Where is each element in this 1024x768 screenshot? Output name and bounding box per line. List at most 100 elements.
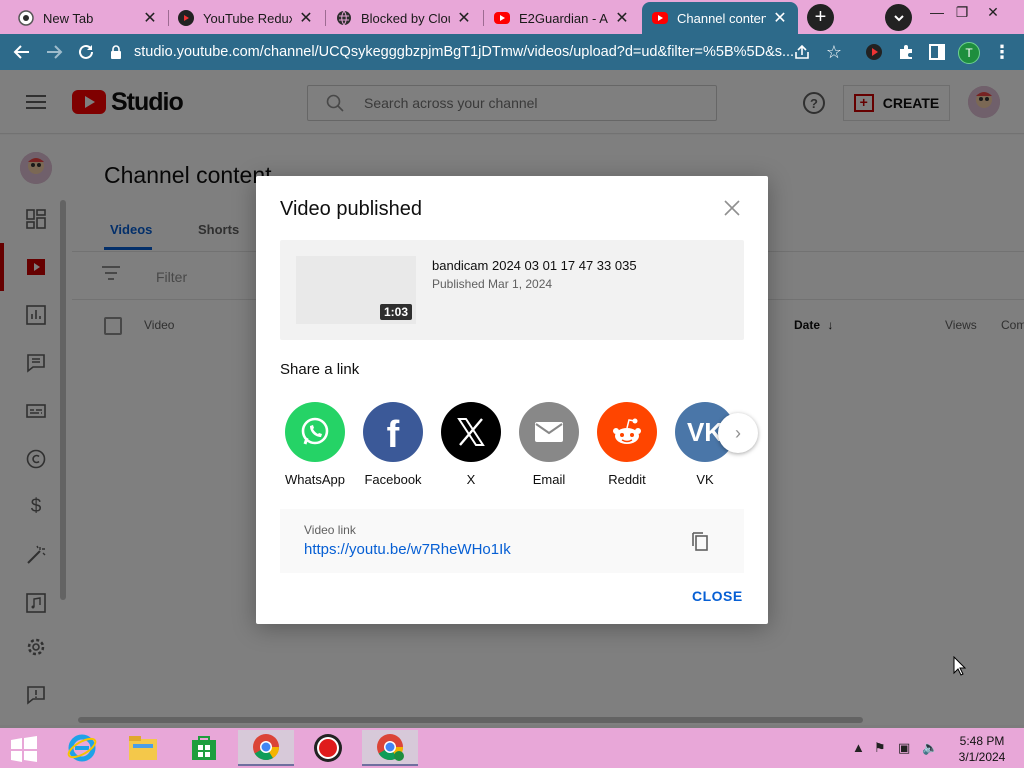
share-reddit[interactable]: Reddit xyxy=(592,402,662,487)
close-icon[interactable]: ✕ xyxy=(614,8,630,28)
extensions-button[interactable] xyxy=(894,40,918,64)
share-email[interactable]: Email xyxy=(514,402,584,487)
video-title: bandicam 2024 03 01 17 47 33 035 xyxy=(432,258,637,273)
browser-toolbar: studio.youtube.com/channel/UCQsykegggbzp… xyxy=(0,34,1024,70)
youtube-icon xyxy=(494,12,510,24)
restore-button[interactable]: ❐ xyxy=(945,0,979,24)
close-icon[interactable]: ✕ xyxy=(772,8,788,28)
copy-icon xyxy=(692,532,708,551)
close-icon[interactable]: ✕ xyxy=(456,8,472,28)
video-link-url[interactable]: https://youtu.be/w7RheWHo1Ik xyxy=(304,541,511,558)
puzzle-icon xyxy=(900,45,912,59)
share-facebook[interactable]: f Facebook xyxy=(358,402,428,487)
reload-icon xyxy=(79,44,93,59)
taskbar-internet-explorer[interactable] xyxy=(54,730,110,766)
extension-redux-button[interactable] xyxy=(862,40,886,64)
redux-extension-icon xyxy=(866,44,882,60)
browser-menu-button[interactable]: ⋮ xyxy=(990,40,1014,64)
taskbar-clock[interactable]: 5:48 PM 3/1/2024 xyxy=(950,733,1014,765)
taskbar-chrome[interactable] xyxy=(238,730,294,766)
plus-icon: + xyxy=(814,6,827,28)
video-published-date: Published Mar 1, 2024 xyxy=(432,277,553,291)
redux-icon xyxy=(178,10,194,26)
globe-icon xyxy=(336,10,352,26)
video-link-label: Video link xyxy=(304,523,356,537)
windows-logo-icon xyxy=(11,736,37,762)
reload-button[interactable] xyxy=(74,40,98,64)
kebab-menu-icon: ⋮ xyxy=(993,41,1011,62)
copy-link-button[interactable] xyxy=(688,529,712,553)
dialog-title: Video published xyxy=(280,198,422,220)
windows-start-button[interactable] xyxy=(10,736,38,762)
clock-time: 5:48 PM xyxy=(959,734,1005,748)
share-label: Reddit xyxy=(608,472,646,487)
tab-label: Channel content xyxy=(677,10,766,26)
action-center-flag-icon[interactable]: ⚑ xyxy=(874,740,886,756)
browser-profile-avatar[interactable]: T xyxy=(958,42,980,64)
tab-blocked-cloudflare[interactable]: Blocked by Cloudflare ✕ xyxy=(326,2,482,34)
side-panel-icon xyxy=(929,44,945,60)
video-thumbnail[interactable]: 1:03 xyxy=(296,256,416,324)
back-button[interactable] xyxy=(10,40,34,64)
bookmark-button[interactable]: ☆ xyxy=(822,40,846,64)
share-label: Email xyxy=(532,472,566,487)
forward-button[interactable] xyxy=(42,40,66,64)
close-icon[interactable]: ✕ xyxy=(142,8,158,28)
tab-channel-content[interactable]: Channel content ✕ xyxy=(642,2,798,34)
url-text: studio.youtube.com/channel/UCQsykegggbzp… xyxy=(134,44,794,60)
chrome-icon xyxy=(253,734,280,761)
chrome-icon xyxy=(18,10,34,26)
share-label: VK xyxy=(696,472,714,487)
volume-muted-icon[interactable]: 🔈 xyxy=(922,740,938,756)
star-icon: ☆ xyxy=(825,41,843,62)
tab-label: Blocked by Cloudflare xyxy=(361,10,450,26)
email-icon xyxy=(519,402,579,462)
browser-tabstrip: New Tab ✕ YouTube Redux ✕ Blocked by Clo… xyxy=(0,0,1024,34)
taskbar-bandicam[interactable] xyxy=(300,730,356,766)
tab-label: New Tab xyxy=(43,10,94,26)
share-next-button[interactable]: › xyxy=(718,413,758,453)
reddit-icon xyxy=(597,402,657,462)
network-icon[interactable]: ▣ xyxy=(898,740,910,756)
share-x[interactable]: X xyxy=(436,402,506,487)
dialog-close-icon[interactable] xyxy=(720,196,744,220)
tab-label: E2Guardian - Access Denied xyxy=(519,10,608,26)
video-published-dialog: Video published 1:03 bandicam 2024 03 01… xyxy=(256,176,768,624)
video-card: 1:03 bandicam 2024 03 01 17 47 33 035 Pu… xyxy=(280,240,744,340)
tray-expand-icon[interactable]: ▲ xyxy=(852,740,865,755)
taskbar-file-explorer[interactable] xyxy=(115,730,171,766)
youtube-icon xyxy=(652,12,668,24)
new-tab-button[interactable]: + xyxy=(807,4,834,31)
share-whatsapp[interactable]: WhatsApp xyxy=(280,402,350,487)
folder-icon xyxy=(129,736,157,760)
close-icon[interactable]: ✕ xyxy=(298,8,314,28)
facebook-icon: f xyxy=(363,402,423,462)
mouse-cursor-icon xyxy=(953,655,967,681)
share-section-title: Share a link xyxy=(280,361,360,378)
share-page-button[interactable] xyxy=(790,40,814,64)
video-link-box: Video link https://youtu.be/w7RheWHo1Ik xyxy=(280,509,744,573)
tab-label: YouTube Redux xyxy=(203,10,292,26)
lock-icon xyxy=(111,45,121,59)
chevron-down-icon xyxy=(893,14,904,21)
forward-arrow-icon xyxy=(47,45,63,59)
x-logo-icon xyxy=(441,402,501,462)
clock-date: 3/1/2024 xyxy=(958,750,1006,764)
tab-e2guardian[interactable]: E2Guardian - Access Denied ✕ xyxy=(484,2,640,34)
window-close-button[interactable]: ✕ xyxy=(976,0,1010,24)
tab-new-tab[interactable]: New Tab ✕ xyxy=(8,2,168,34)
taskbar-chrome-profile[interactable] xyxy=(362,730,418,766)
address-bar[interactable]: studio.youtube.com/channel/UCQsykegggbzp… xyxy=(110,38,860,66)
tab-youtube-redux[interactable]: YouTube Redux ✕ xyxy=(168,2,324,34)
store-icon xyxy=(192,736,216,760)
taskbar-store[interactable] xyxy=(176,730,232,766)
share-label: WhatsApp xyxy=(285,472,345,487)
close-button[interactable]: CLOSE xyxy=(692,588,743,604)
chevron-right-icon: › xyxy=(735,422,741,443)
side-panel-button[interactable] xyxy=(925,40,949,64)
chrome-profile-icon xyxy=(377,734,404,761)
share-label: Facebook xyxy=(364,472,422,487)
video-duration: 1:03 xyxy=(379,304,412,320)
tab-search-button[interactable] xyxy=(885,4,912,31)
windows-taskbar: ▲ ⚑ ▣ 🔈 5:48 PM 3/1/2024 xyxy=(0,728,1024,768)
